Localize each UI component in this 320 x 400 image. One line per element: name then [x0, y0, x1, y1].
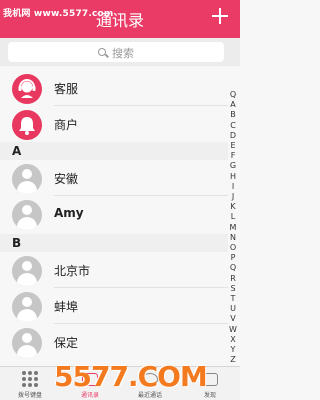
- customer-service-icon: [12, 74, 42, 104]
- contact-name: 北京市: [54, 264, 91, 278]
- contact-row[interactable]: 保定: [0, 324, 228, 360]
- index-letter[interactable]: E: [227, 141, 239, 151]
- search-input[interactable]: 搜索: [8, 42, 224, 62]
- avatar: [12, 292, 42, 322]
- section-header-b: B: [0, 234, 228, 252]
- index-letter[interactable]: N: [227, 233, 239, 243]
- contact-row[interactable]: 安徽: [0, 160, 228, 196]
- section-header-a: A: [0, 142, 228, 160]
- index-letter[interactable]: G: [227, 161, 239, 171]
- index-letter[interactable]: F: [227, 151, 239, 161]
- index-letter[interactable]: W: [227, 325, 239, 335]
- index-letter[interactable]: U: [227, 304, 239, 314]
- app-header: 我机网 www.5577.com 通讯录: [0, 0, 240, 38]
- contact-name: 蚌埠: [54, 300, 79, 314]
- index-letter[interactable]: V: [227, 314, 239, 324]
- list-item-label: 客服: [54, 82, 79, 96]
- watermark-logo: 5577.COM: [54, 360, 208, 393]
- tab-dialpad[interactable]: 拨号键盘: [0, 367, 60, 400]
- contact-row[interactable]: 北京市: [0, 252, 228, 288]
- avatar: [12, 328, 42, 358]
- contact-name: 安徽: [54, 172, 79, 186]
- contact-name: Amy: [54, 206, 84, 220]
- index-letter[interactable]: J: [227, 192, 239, 202]
- add-contact-button[interactable]: [210, 6, 230, 26]
- avatar: [12, 164, 42, 194]
- contact-row[interactable]: Amy: [0, 196, 228, 232]
- index-letter[interactable]: P: [227, 253, 239, 263]
- index-letter[interactable]: C: [227, 121, 239, 131]
- index-letter[interactable]: D: [227, 131, 239, 141]
- index-letter[interactable]: B: [227, 110, 239, 120]
- index-letter[interactable]: I: [227, 182, 239, 192]
- section-letter: A: [12, 144, 22, 158]
- bell-icon: [12, 110, 42, 140]
- index-letter[interactable]: R: [227, 274, 239, 284]
- contact-row[interactable]: 蚌埠: [0, 288, 228, 324]
- index-letter[interactable]: M: [227, 223, 239, 233]
- list-item-customer-service[interactable]: 客服: [0, 70, 228, 106]
- index-letter[interactable]: T: [227, 294, 239, 304]
- alphabet-index[interactable]: QABCDEFGHIJKLMNOPQRSTUVWXYZ#: [227, 90, 239, 376]
- avatar: [12, 256, 42, 286]
- index-letter[interactable]: A: [227, 100, 239, 110]
- index-letter[interactable]: X: [227, 335, 239, 345]
- index-search-icon[interactable]: Q: [227, 90, 239, 100]
- index-letter[interactable]: Y: [227, 345, 239, 355]
- search-bar: 搜索: [0, 38, 240, 66]
- index-letter[interactable]: S: [227, 284, 239, 294]
- tab-label: 拨号键盘: [17, 392, 42, 399]
- index-letter[interactable]: O: [227, 243, 239, 253]
- index-letter[interactable]: Z: [227, 355, 239, 365]
- list-item-label: 商户: [54, 118, 79, 132]
- search-placeholder: 搜索: [112, 47, 134, 60]
- index-letter[interactable]: L: [227, 212, 239, 222]
- list-item-merchant[interactable]: 商户: [0, 106, 228, 142]
- index-letter[interactable]: K: [227, 202, 239, 212]
- index-letter[interactable]: Q: [227, 263, 239, 273]
- contact-name: 保定: [54, 336, 79, 350]
- index-letter[interactable]: H: [227, 172, 239, 182]
- page-title: 通讯录: [95, 11, 144, 30]
- section-letter: B: [12, 236, 22, 250]
- search-icon: [98, 48, 108, 58]
- avatar: [12, 200, 42, 230]
- dialpad-icon: [22, 371, 38, 387]
